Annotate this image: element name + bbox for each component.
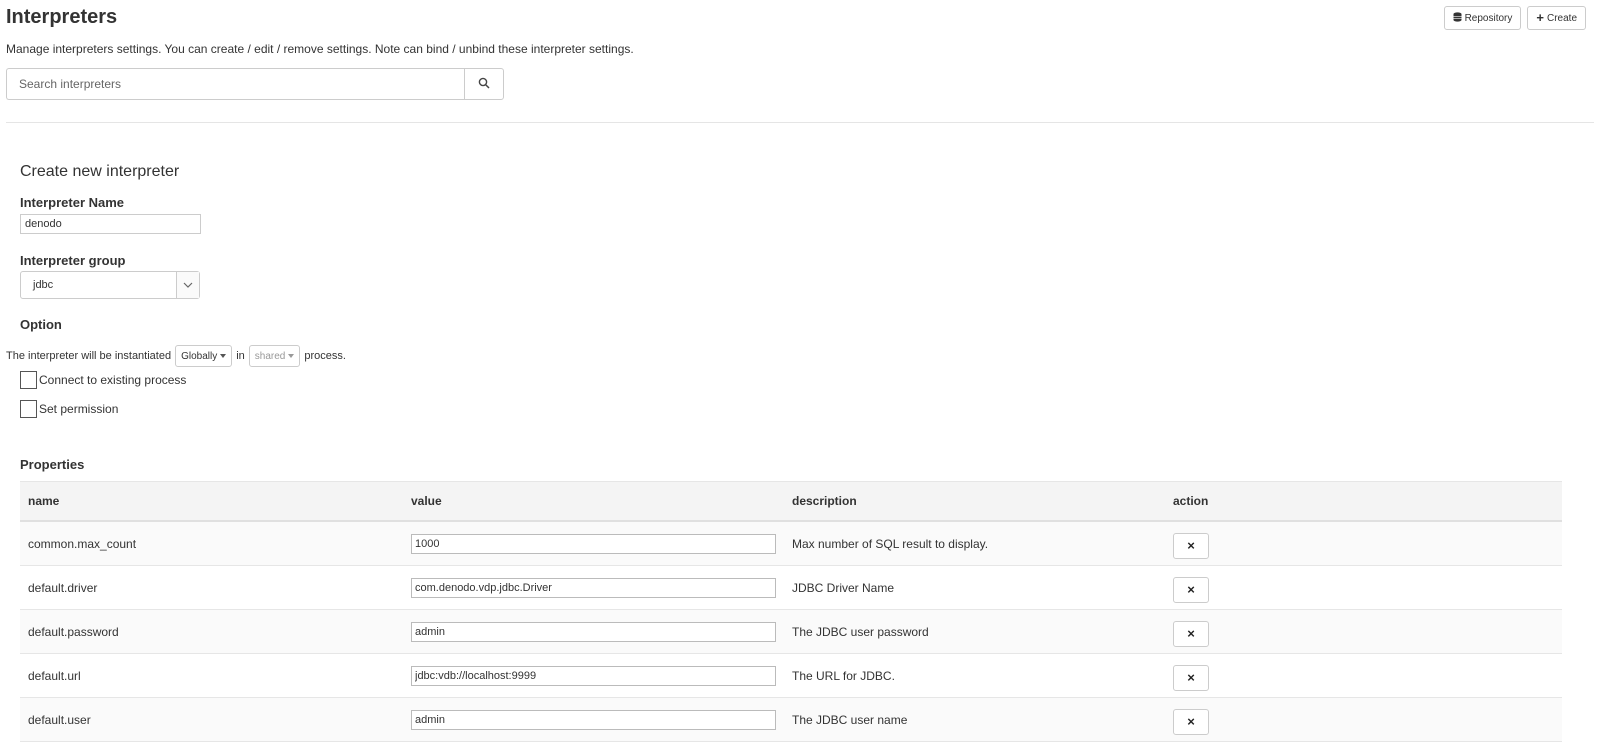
property-description: Max number of SQL result to display.	[784, 521, 1165, 566]
caret-down-icon	[288, 354, 295, 358]
option-prefix-text: The interpreter will be instantiated	[6, 350, 172, 362]
delete-property-button[interactable]: ×	[1173, 532, 1209, 559]
property-value-input[interactable]	[411, 577, 776, 598]
column-header-name: name	[20, 481, 403, 522]
search-bar	[6, 68, 504, 100]
remove-icon: ×	[1187, 582, 1195, 597]
property-name: default.driver	[20, 565, 403, 610]
properties-label: Properties	[20, 457, 85, 472]
search-icon	[478, 77, 490, 92]
column-header-action: action	[1165, 481, 1562, 522]
interpreter-group-value: jdbc	[33, 279, 54, 291]
table-row: default.password The JDBC user password …	[20, 609, 1562, 654]
property-name: default.password	[20, 609, 403, 654]
caret-down-icon	[220, 354, 227, 358]
chevron-down-icon	[176, 272, 199, 298]
search-input[interactable]	[6, 68, 464, 100]
connect-existing-checkbox[interactable]	[20, 371, 37, 389]
search-button[interactable]	[464, 68, 504, 100]
set-permission-label: Set permission	[39, 402, 119, 416]
property-value-input[interactable]	[411, 665, 776, 686]
connect-existing-option: Connect to existing process	[20, 371, 186, 389]
create-label: Create	[1546, 12, 1577, 24]
process-mode-value: shared	[254, 350, 286, 362]
plus-icon: +	[1536, 10, 1544, 25]
property-value-input[interactable]	[411, 621, 776, 642]
property-value-input[interactable]	[411, 709, 776, 730]
interpreter-name-label: Interpreter Name	[20, 195, 125, 210]
create-button[interactable]: + Create	[1527, 6, 1586, 30]
table-row: default.driver JDBC Driver Name ×	[20, 565, 1562, 610]
remove-icon: ×	[1187, 714, 1195, 729]
interpreter-group-label: Interpreter group	[20, 253, 126, 268]
repository-label: Repository	[1464, 12, 1513, 24]
column-header-description: description	[784, 481, 1165, 522]
delete-property-button[interactable]: ×	[1173, 576, 1209, 603]
property-value-input[interactable]	[411, 533, 776, 554]
property-description: JDBC Driver Name	[784, 565, 1165, 610]
remove-icon: ×	[1187, 538, 1195, 553]
page-title: Interpreters	[6, 6, 118, 28]
property-description: The URL for JDBC.	[784, 653, 1165, 698]
page-subtitle: Manage interpreters settings. You can cr…	[6, 42, 634, 56]
properties-table: name value description action common.max…	[20, 481, 1562, 742]
remove-icon: ×	[1187, 626, 1195, 641]
process-mode-dropdown[interactable]: shared	[248, 345, 301, 367]
repository-button[interactable]: Repository	[1443, 6, 1522, 30]
database-icon	[1453, 11, 1462, 25]
property-description: The JDBC user name	[784, 697, 1165, 742]
table-row: default.url The URL for JDBC. ×	[20, 653, 1562, 698]
column-header-value: value	[403, 481, 784, 522]
scope-value: Globally	[181, 350, 218, 362]
interpreter-name-input[interactable]	[20, 214, 201, 234]
scope-dropdown[interactable]: Globally	[175, 345, 233, 367]
delete-property-button[interactable]: ×	[1173, 664, 1209, 691]
delete-property-button[interactable]: ×	[1173, 620, 1209, 647]
table-header-row: name value description action	[20, 481, 1562, 522]
process-suffix-text: process.	[304, 350, 346, 362]
connect-existing-label: Connect to existing process	[39, 373, 187, 387]
create-interpreter-title: Create new interpreter	[20, 163, 180, 180]
property-description: The JDBC user password	[784, 609, 1165, 654]
in-text: in	[236, 350, 245, 362]
property-name: default.url	[20, 653, 403, 698]
property-name: common.max_count	[20, 521, 403, 566]
divider	[6, 122, 1594, 123]
set-permission-checkbox[interactable]	[20, 400, 37, 418]
option-label: Option	[20, 317, 62, 332]
remove-icon: ×	[1187, 670, 1195, 685]
delete-property-button[interactable]: ×	[1173, 708, 1209, 735]
table-row: default.user The JDBC user name ×	[20, 697, 1562, 742]
instantiation-option: The interpreter will be instantiated Glo…	[6, 345, 346, 367]
property-name: default.user	[20, 697, 403, 742]
table-row: common.max_count Max number of SQL resul…	[20, 521, 1562, 566]
set-permission-option: Set permission	[20, 400, 118, 418]
interpreter-group-select[interactable]: jdbc	[20, 271, 200, 299]
